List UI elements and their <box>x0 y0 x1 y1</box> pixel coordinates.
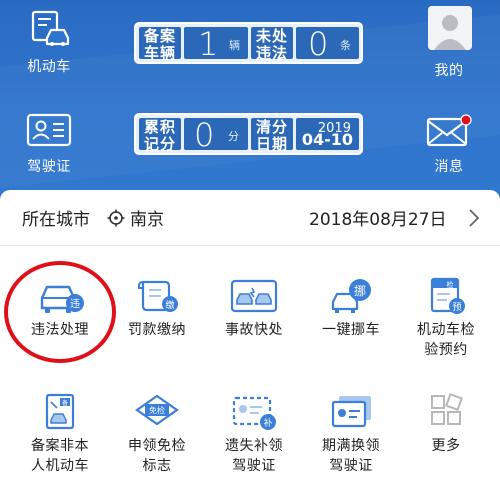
message-button[interactable]: 消息 <box>406 114 492 176</box>
service-label-line2: 驾驶证 <box>329 458 373 474</box>
exempt-tag-icon: 免检 <box>135 394 179 426</box>
service-record-other-vehicle[interactable]: 备 备案非本 人机动车 <box>12 392 108 476</box>
service-label-line1: 遗失补领 <box>225 438 283 454</box>
unread-dot <box>460 114 472 126</box>
service-label: 事故快处 <box>225 322 283 338</box>
service-label-line1: 备案非本 <box>31 438 89 454</box>
more-grid-icon <box>431 393 463 425</box>
svg-text:挪: 挪 <box>354 284 366 298</box>
license-summary-card[interactable]: 累积 记分 0 分 清分 日期 2019 04-10 <box>134 113 363 155</box>
service-label: 罚款缴纳 <box>128 322 186 338</box>
clear-date-tag: 清分 日期 <box>251 118 293 152</box>
violation-tag: 未处 违法 <box>251 27 293 61</box>
service-label-line2: 驾驶证 <box>232 458 276 474</box>
record-car-icon: 备 <box>45 393 75 430</box>
violation-count: 0 <box>308 25 329 63</box>
move-car-icon: 挪 <box>331 279 371 313</box>
service-label-line1: 期满换领 <box>322 438 380 454</box>
points-value-cell: 0 分 <box>184 116 248 154</box>
chevron-right-icon <box>469 209 480 227</box>
license-button[interactable]: 驾驶证 <box>6 112 92 176</box>
violation-value-cell: 0 条 <box>296 25 359 63</box>
renew-license-icon <box>331 396 371 428</box>
clear-date-value-cell: 2019 04-10 <box>296 118 359 150</box>
accident-icon <box>230 279 278 313</box>
registered-unit: 辆 <box>229 39 240 52</box>
service-fine-payment[interactable]: 缴 罚款缴纳 <box>109 276 205 340</box>
svg-text:检: 检 <box>447 280 454 289</box>
service-label-line2: 验预约 <box>424 342 468 358</box>
mine-label: 我的 <box>434 63 464 79</box>
service-label: 一键挪车 <box>322 322 380 338</box>
fine-scroll-icon: 缴 <box>138 280 178 312</box>
service-move-car[interactable]: 挪 一键挪车 <box>303 276 399 340</box>
mail-icon <box>426 114 472 147</box>
points-count: 0 <box>194 116 215 154</box>
svg-text:补: 补 <box>263 417 272 429</box>
points-tag: 累积 记分 <box>139 118 181 152</box>
vehicle-card-icon <box>31 10 70 46</box>
current-date: 2018年08月27日 <box>309 210 447 230</box>
service-lost-license-reissue[interactable]: 补 遗失补领 驾驶证 <box>206 392 302 476</box>
clear-date: 04-10 <box>301 130 353 149</box>
svg-text:免检: 免检 <box>149 405 165 415</box>
registered-count: 1 <box>198 25 219 63</box>
vehicle-summary-card[interactable]: 备案 车辆 1 辆 未处 违法 0 条 <box>134 22 363 64</box>
lost-license-icon: 补 <box>232 396 276 430</box>
license-label: 驾驶证 <box>27 159 71 175</box>
license-card-icon <box>26 113 72 147</box>
user-avatar-icon <box>428 6 472 50</box>
service-label-line1: 机动车检 <box>417 322 475 338</box>
city-row[interactable]: 所在城市 南京 2018年08月27日 <box>0 190 500 246</box>
vehicle-button[interactable]: 机动车 <box>6 8 92 76</box>
registered-tag: 备案 车辆 <box>139 27 181 61</box>
service-label-line2: 人机动车 <box>31 458 89 474</box>
locate-icon <box>107 209 125 227</box>
points-unit: 分 <box>228 130 239 143</box>
city-name: 南京 <box>130 210 164 230</box>
svg-text:备: 备 <box>62 399 68 407</box>
avatar <box>428 6 472 50</box>
service-accident-fast[interactable]: 事故快处 <box>206 276 302 340</box>
violation-unit: 条 <box>340 39 351 52</box>
service-more[interactable]: 更多 <box>398 392 494 456</box>
svg-text:预: 预 <box>452 302 461 313</box>
vehicle-label: 机动车 <box>27 59 71 75</box>
service-renew-license[interactable]: 期满换领 驾驶证 <box>303 392 399 476</box>
svg-text:缴: 缴 <box>165 299 174 311</box>
registered-value-cell: 1 辆 <box>184 25 248 63</box>
message-label: 消息 <box>434 159 464 175</box>
service-label-line1: 申领免检 <box>128 438 186 454</box>
service-label: 更多 <box>431 438 461 454</box>
city-label: 所在城市 <box>22 210 90 230</box>
header-banner: 机动车 驾驶证 备案 车辆 1 辆 未处 违法 0 条 累积 记分 0 分 清分… <box>0 0 500 200</box>
service-exempt-sticker[interactable]: 免检 申领免检 标志 <box>109 392 205 476</box>
highlight-circle <box>4 261 116 363</box>
service-label-line2: 标志 <box>142 458 172 474</box>
inspection-icon: 检 预 <box>430 277 465 314</box>
service-inspection-booking[interactable]: 检 预 机动车检 验预约 <box>398 276 494 360</box>
